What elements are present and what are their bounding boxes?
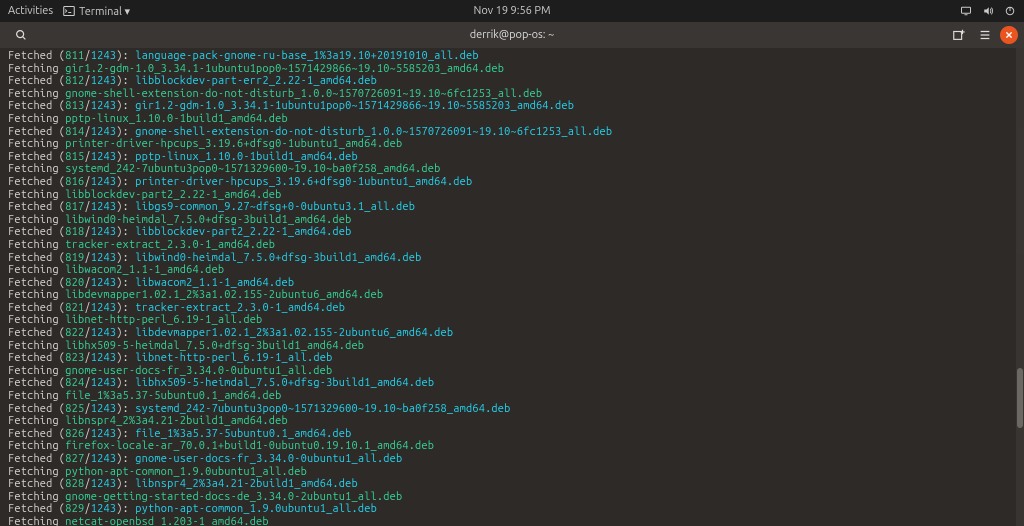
power-icon[interactable]	[1004, 5, 1016, 17]
activities-button[interactable]: Activities	[8, 5, 53, 17]
window-titlebar: derrik@pop-os: ~	[0, 22, 1024, 48]
search-icon	[14, 28, 28, 42]
log-line: Fetching libblockdev-part2_2.22-1_amd64.…	[8, 189, 1016, 202]
log-line: Fetched (812/1243): libblockdev-part-err…	[8, 75, 1016, 88]
log-line: Fetching python-apt-common_1.9.0ubuntu1_…	[8, 466, 1016, 479]
log-line: Fetching libdevmapper1.02.1_2%3a1.02.155…	[8, 289, 1016, 302]
new-tab-button[interactable]	[948, 26, 970, 44]
app-menu[interactable]: Terminal ▾	[63, 5, 130, 18]
log-line: Fetched (823/1243): libnet-http-perl_6.1…	[8, 352, 1016, 365]
hamburger-menu-button[interactable]	[974, 26, 996, 44]
log-line: Fetching pptp-linux_1.10.0-1build1_amd64…	[8, 113, 1016, 126]
log-line: Fetched (821/1243): tracker-extract_2.3.…	[8, 302, 1016, 315]
scrollbar[interactable]	[1016, 48, 1024, 526]
log-line: Fetched (820/1243): libwacom2_1.1-1_amd6…	[8, 277, 1016, 290]
log-line: Fetching libwind0-heimdal_7.5.0+dfsg-3bu…	[8, 214, 1016, 227]
log-line: Fetching printer-driver-hpcups_3.19.6+df…	[8, 138, 1016, 151]
log-line: Fetched (814/1243): gnome-shell-extensio…	[8, 126, 1016, 139]
log-line: Fetched (824/1243): libhx509-5-heimdal_7…	[8, 377, 1016, 390]
log-line: Fetched (817/1243): libgs9-common_9.27~d…	[8, 201, 1016, 214]
log-line: Fetched (828/1243): libnspr4_2%3a4.21-2b…	[8, 478, 1016, 491]
search-button[interactable]	[10, 26, 32, 44]
window-title: derrik@pop-os: ~	[470, 29, 555, 41]
log-line: Fetching gir1.2-gdm-1.0_3.34.1-1ubuntu1p…	[8, 63, 1016, 76]
log-line: Fetching tracker-extract_2.3.0-1_amd64.d…	[8, 239, 1016, 252]
log-line: Fetched (829/1243): python-apt-common_1.…	[8, 503, 1016, 516]
gnome-topbar: Activities Terminal ▾ Nov 19 9:56 PM	[0, 0, 1024, 22]
log-line: Fetching netcat-openbsd_1.203-1_amd64.de…	[8, 516, 1016, 526]
volume-icon[interactable]	[982, 5, 994, 17]
log-line: Fetched (826/1243): file_1%3a5.37-5ubunt…	[8, 428, 1016, 441]
clock[interactable]: Nov 19 9:56 PM	[473, 5, 550, 17]
log-line: Fetching libnspr4_2%3a4.21-2build1_amd64…	[8, 415, 1016, 428]
log-line: Fetching gnome-user-docs-fr_3.34.0-0ubun…	[8, 365, 1016, 378]
log-line: Fetched (811/1243): language-pack-gnome-…	[8, 50, 1016, 63]
terminal-output[interactable]: Fetched (811/1243): language-pack-gnome-…	[0, 48, 1024, 526]
log-line: Fetched (822/1243): libdevmapper1.02.1_2…	[8, 327, 1016, 340]
log-line: Fetched (827/1243): gnome-user-docs-fr_3…	[8, 453, 1016, 466]
close-icon	[1002, 28, 1016, 42]
scrollbar-thumb[interactable]	[1017, 368, 1023, 428]
log-line: Fetching gnome-getting-started-docs-de_3…	[8, 491, 1016, 504]
log-line: Fetching libhx509-5-heimdal_7.5.0+dfsg-3…	[8, 340, 1016, 353]
hamburger-icon	[978, 28, 992, 42]
log-line: Fetched (815/1243): pptp-linux_1.10.0-1b…	[8, 151, 1016, 164]
log-line: Fetched (813/1243): gir1.2-gdm-1.0_3.34.…	[8, 100, 1016, 113]
log-line: Fetching systemd_242-7ubuntu3pop0~157132…	[8, 163, 1016, 176]
log-line: Fetched (818/1243): libblockdev-part2_2.…	[8, 226, 1016, 239]
log-line: Fetched (816/1243): printer-driver-hpcup…	[8, 176, 1016, 189]
log-line: Fetching file_1%3a5.37-5ubuntu0.1_amd64.…	[8, 390, 1016, 403]
log-line: Fetching libnet-http-perl_6.19-1_all.deb	[8, 314, 1016, 327]
log-line: Fetching gnome-shell-extension-do-not-di…	[8, 88, 1016, 101]
close-button[interactable]	[1000, 26, 1018, 44]
log-line: Fetched (825/1243): systemd_242-7ubuntu3…	[8, 403, 1016, 416]
terminal-icon	[63, 5, 75, 17]
display-icon[interactable]	[960, 5, 972, 17]
log-line: Fetching firefox-locale-ar_70.0.1+build1…	[8, 440, 1016, 453]
log-line: Fetched (819/1243): libwind0-heimdal_7.5…	[8, 252, 1016, 265]
new-tab-icon	[952, 28, 966, 42]
log-line: Fetching libwacom2_1.1-1_amd64.deb	[8, 264, 1016, 277]
